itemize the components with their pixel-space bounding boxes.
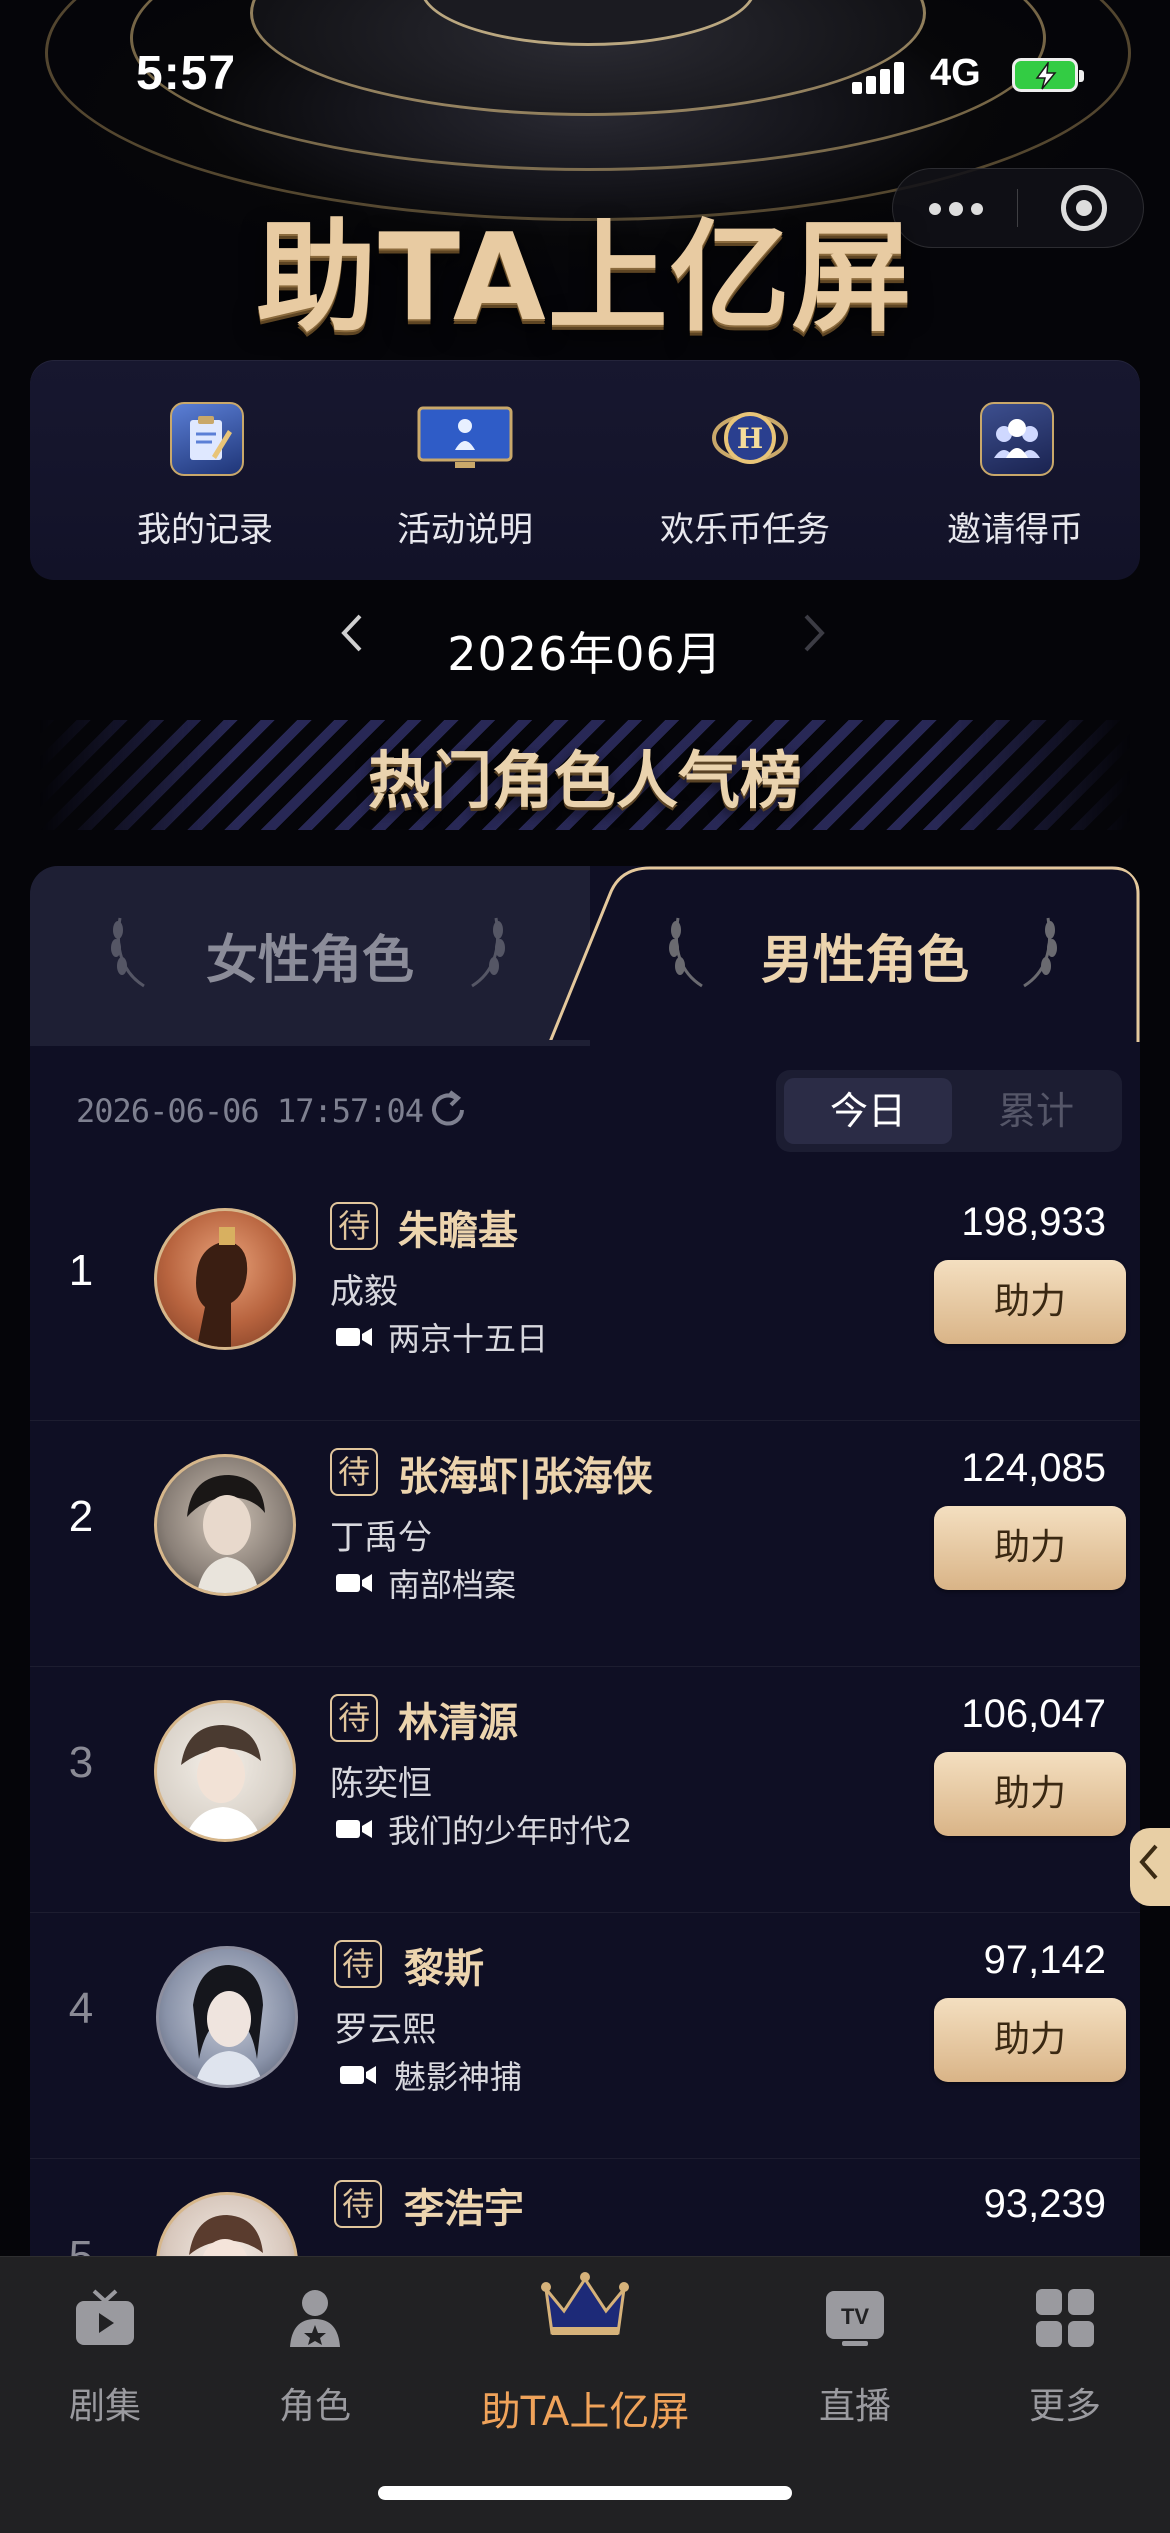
nav-label: 直播 <box>818 2386 891 2427</box>
actor-name: 陈奕恒 <box>330 1764 432 1804</box>
home-indicator <box>378 2486 792 2500</box>
ranking-row: 3 待 林清源 陈奕恒 我们的少年时代2 106,047 助力 <box>30 1666 1140 1913</box>
feature-label: 我的记录 <box>137 510 273 550</box>
laurel-left-icon <box>669 917 703 988</box>
laurel-left-icon <box>111 917 145 988</box>
ranking-title: 热门角色人气榜 <box>367 744 802 817</box>
update-timestamp: 2026-06-06 17:57:04 <box>76 1092 424 1130</box>
rank-number: 2 <box>68 1492 94 1541</box>
ranking-row: 2 待 张海虾|张海侠 丁禹兮 南部档案 124,085 助力 <box>30 1420 1140 1667</box>
vote-count: 106,047 <box>961 1692 1106 1736</box>
character-name: 张海虾|张海侠 <box>398 1454 653 1500</box>
show-title: 我们的少年时代2 <box>388 1812 633 1850</box>
help-button[interactable]: 助力 <box>934 1752 1126 1836</box>
feature-invite[interactable]: 邀请得币 <box>885 360 1145 580</box>
live-tv-icon: TV <box>826 2291 884 2346</box>
side-drawer-handle[interactable] <box>1130 1828 1170 1906</box>
role-icon <box>290 2290 340 2347</box>
crown-icon <box>541 2272 629 2335</box>
status-badge: 待 <box>334 2180 382 2228</box>
month-label: 2026年06月 <box>447 627 723 681</box>
record-icon <box>170 402 244 476</box>
svg-text:H: H <box>737 422 763 455</box>
rank-number: 3 <box>68 1738 94 1787</box>
signal-icon <box>852 60 918 94</box>
status-badge: 待 <box>330 1694 378 1742</box>
ranking-panel: 女性角色 男性角色 2026-06-06 17:57:04 今日 累计 1 待 … <box>30 866 1140 2266</box>
video-icon <box>340 2066 376 2084</box>
rank-number: 1 <box>68 1246 94 1295</box>
status-badge: 待 <box>330 1202 378 1250</box>
feature-label: 邀请得币 <box>947 510 1083 550</box>
character-name: 林清源 <box>398 1700 518 1746</box>
feature-label: 活动说明 <box>397 510 533 550</box>
tab-male-label[interactable]: 男性角色 <box>761 918 969 993</box>
help-button[interactable]: 助力 <box>934 1998 1126 2082</box>
avatar[interactable] <box>156 2192 298 2266</box>
battery-icon <box>1012 58 1084 92</box>
tv-play-icon <box>76 2289 134 2345</box>
grid-icon <box>1036 2289 1094 2347</box>
nav-label: 角色 <box>278 2386 351 2427</box>
vote-count: 93,239 <box>983 2182 1106 2226</box>
video-icon <box>336 1820 372 1838</box>
avatar[interactable] <box>154 1700 296 1842</box>
avatar[interactable] <box>156 1946 298 2088</box>
ranking-row: 1 待 朱瞻基 成毅 两京十五日 198,933 助力 <box>30 1174 1140 1421</box>
character-name: 朱瞻基 <box>398 1208 518 1254</box>
svg-text:TV: TV <box>841 2304 869 2329</box>
show-title: 两京十五日 <box>388 1320 549 1358</box>
status-badge: 待 <box>334 1940 382 1988</box>
feature-shortcuts: 我的记录 活动说明 H 欢乐币任务 邀请得币 <box>30 360 1140 580</box>
help-button[interactable]: 助力 <box>934 1260 1126 1344</box>
ranking-row: 4 待 黎斯 罗云熙 魅影神捕 97,142 助力 <box>30 1912 1140 2159</box>
ranking-row: 5 待 李浩宇 93,239 <box>30 2158 1140 2266</box>
show-title: 魅影神捕 <box>394 2058 523 2096</box>
rank-number: 4 <box>68 1984 94 2033</box>
vote-count: 97,142 <box>983 1938 1106 1982</box>
monitor-icon <box>415 402 515 472</box>
coin-task-icon: H <box>710 402 788 472</box>
video-icon <box>336 1574 372 1592</box>
laurel-right-icon <box>471 917 505 988</box>
status-time: 5:57 <box>136 47 237 100</box>
actor-name: 成毅 <box>330 1272 398 1312</box>
character-name: 李浩宇 <box>404 2186 524 2232</box>
vote-count: 198,933 <box>961 1200 1106 1244</box>
video-icon <box>336 1328 372 1346</box>
page-title: 助TA上亿屏 <box>256 209 914 348</box>
avatar[interactable] <box>154 1208 296 1350</box>
vote-count: 124,085 <box>961 1446 1106 1490</box>
nav-label: 剧集 <box>68 2386 141 2427</box>
show-title: 南部档案 <box>388 1566 517 1604</box>
actor-name: 丁禹兮 <box>330 1518 432 1558</box>
character-name: 黎斯 <box>404 1946 484 1992</box>
network-label: 4G <box>930 52 981 94</box>
status-badge: 待 <box>330 1448 378 1496</box>
month-next-icon[interactable] <box>800 610 830 667</box>
help-button[interactable]: 助力 <box>934 1506 1126 1590</box>
feature-activity-info[interactable]: 活动说明 <box>335 360 595 580</box>
nav-label: 助TA上亿屏 <box>480 2389 690 2435</box>
feature-coin-tasks[interactable]: H 欢乐币任务 <box>615 360 875 580</box>
tab-outline <box>30 866 1140 1046</box>
actor-name: 罗云熙 <box>334 2010 436 2050</box>
chevron-left-icon <box>1138 1842 1160 1893</box>
period-switch: 今日 累计 <box>776 1070 1122 1152</box>
refresh-icon[interactable] <box>426 1088 470 1132</box>
period-today-button[interactable]: 今日 <box>784 1078 952 1144</box>
avatar[interactable] <box>154 1454 296 1596</box>
nav-label: 更多 <box>1028 2386 1101 2427</box>
invite-icon <box>980 402 1054 476</box>
feature-my-records[interactable]: 我的记录 <box>75 360 335 580</box>
period-total-button[interactable]: 累计 <box>956 1078 1116 1144</box>
feature-label: 欢乐币任务 <box>660 510 830 550</box>
laurel-right-icon <box>1023 917 1057 988</box>
tab-female-label[interactable]: 女性角色 <box>206 918 414 993</box>
